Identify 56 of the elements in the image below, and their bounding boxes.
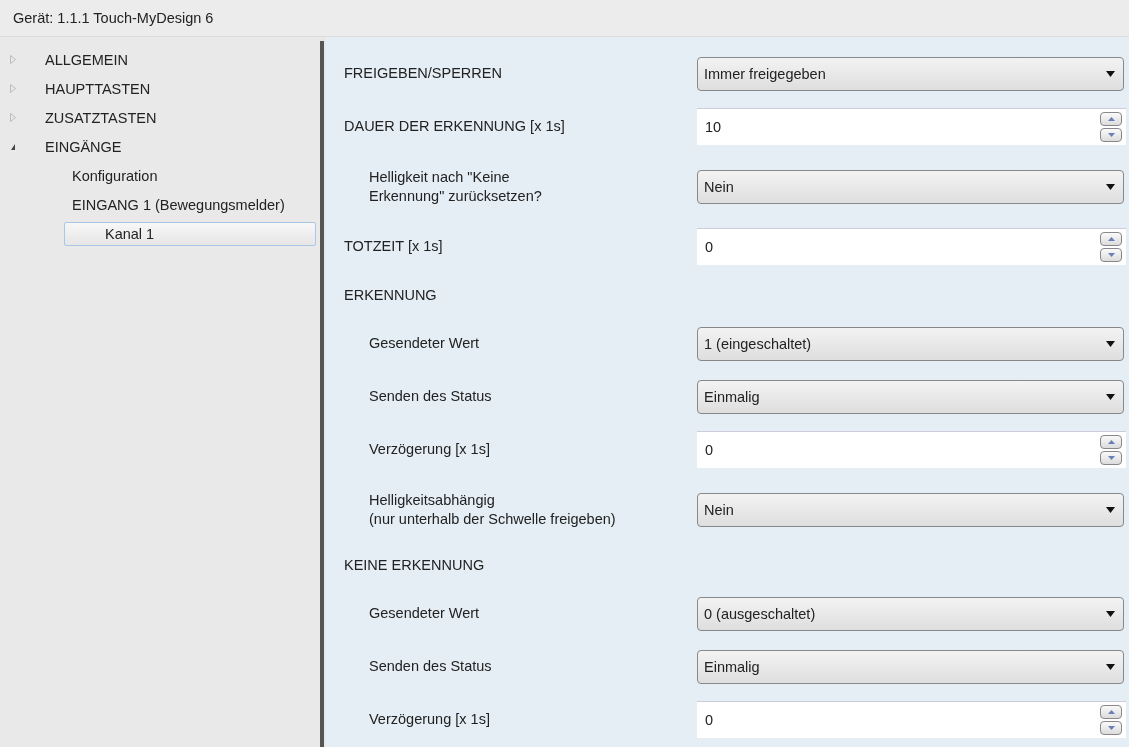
parameter-label: Verzögerung [x 1s] [368,440,491,459]
tree-item[interactable]: ALLGEMEIN [38,47,135,72]
number-field[interactable]: 0 [697,701,1126,738]
dropdown[interactable]: Einmalig [697,649,1124,684]
dropdown[interactable]: Immer freigegeben [697,56,1124,91]
caret-icon [1106,70,1115,77]
number-field[interactable]: 0 [697,431,1126,468]
dropdown[interactable]: Nein [697,492,1124,527]
tree-item[interactable]: HAUPTTASTEN [38,76,158,101]
number-field[interactable]: 10 [697,108,1126,145]
caret-icon [1106,610,1115,617]
up-arrow-icon [1107,117,1115,121]
dropdown[interactable]: 0 (ausgeschaltet) [697,596,1124,631]
down-arrow-icon [1107,726,1115,730]
down-arrow-icon [1107,456,1115,460]
up-arrow-icon [1107,440,1115,444]
up-arrow-icon [1107,237,1115,241]
increment-button[interactable] [1100,705,1122,719]
caret-icon [1106,340,1115,347]
section-heading: KEINE ERKENNUNG [344,557,485,573]
caret-icon [1106,506,1115,513]
caret-icon [1106,663,1115,670]
parameter-label: TOTZEIT [x 1s] [344,237,444,256]
parameter-label: DAUER DER ERKENNUNG [x 1s] [344,117,566,136]
parameter-label: Senden des Status [368,657,493,676]
tree-item[interactable]: Konfiguration [65,163,165,188]
decrement-button[interactable] [1100,721,1122,735]
decrement-button[interactable] [1100,128,1122,142]
decrement-button[interactable] [1100,451,1122,465]
parameter-label: Gesendeter Wert [368,604,481,623]
up-arrow-icon [1107,710,1115,714]
parameter-label: Helligkeitsabhängig (nur unterhalb der Schwelle freigeben) [368,490,617,529]
dropdown[interactable]: 1 (eingeschaltet) [697,326,1124,361]
tree-item[interactable]: ZUSATZTASTEN [38,105,164,130]
caret-icon [1106,183,1115,190]
decrement-button[interactable] [1100,248,1122,262]
device-title: Gerät: 1.1.1 Touch-MyDesign 6 [13,10,214,26]
number-field[interactable]: 0 [697,228,1126,265]
increment-button[interactable] [1100,232,1122,246]
dropdown[interactable]: Einmalig [697,379,1124,414]
dropdown[interactable]: Nein [697,169,1124,204]
down-arrow-icon [1107,253,1115,257]
increment-button[interactable] [1100,435,1122,449]
tree-item[interactable]: EINGANG 1 (Bewegungsmelder) [65,192,292,217]
parameter-label: Senden des Status [368,387,493,406]
tree-item[interactable]: EINGÄNGE [38,134,129,159]
tree-item[interactable]: Kanal 1 [64,221,316,246]
caret-icon [1106,393,1115,400]
parameter-label: Gesendeter Wert [368,334,481,353]
increment-button[interactable] [1100,112,1122,126]
parameter-label: Helligkeit nach "Keine Erkennung" zurücksetzen? [368,167,543,206]
section-heading: ERKENNUNG [344,287,437,303]
parameter-label: Verzögerung [x 1s] [368,710,491,729]
down-arrow-icon [1107,133,1115,137]
parameter-label: FREIGEBEN/SPERREN [344,64,503,83]
expanded-triangle-icon[interactable] [10,142,16,151]
